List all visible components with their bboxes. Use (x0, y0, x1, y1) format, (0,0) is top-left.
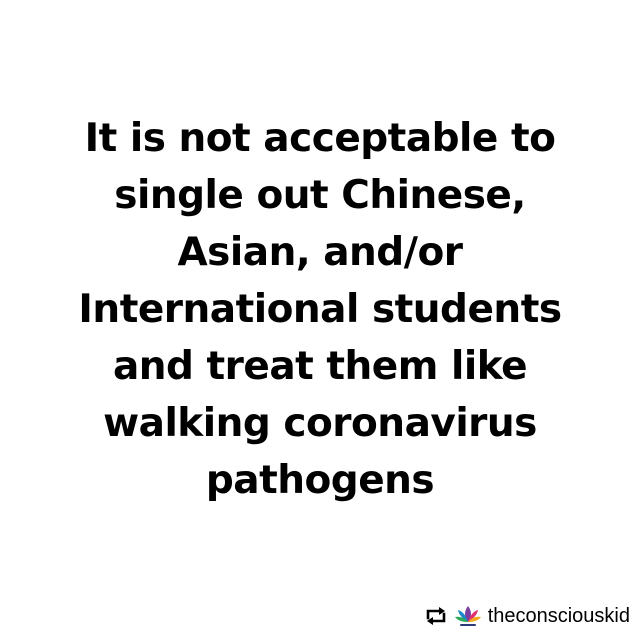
repost-attribution[interactable]: theconsciouskid (424, 600, 630, 632)
repost-username[interactable]: theconsciouskid (488, 602, 630, 630)
message-line-1: It is not acceptable to (84, 116, 556, 161)
post-image: It is not acceptable to single out Chine… (0, 0, 640, 640)
message-line-5: and treat them like (112, 344, 528, 389)
message-line-4: International students (78, 287, 562, 332)
post-message: It is not acceptable to single out Chine… (20, 110, 620, 509)
message-line-3: Asian, and/or (177, 230, 463, 275)
message-line-6: walking coronavirus (103, 401, 537, 446)
lotus-logo-avatar[interactable] (454, 602, 482, 630)
message-line-7: pathogens (205, 458, 435, 503)
message-line-2: single out Chinese, (114, 173, 526, 218)
repost-icon (426, 607, 445, 625)
